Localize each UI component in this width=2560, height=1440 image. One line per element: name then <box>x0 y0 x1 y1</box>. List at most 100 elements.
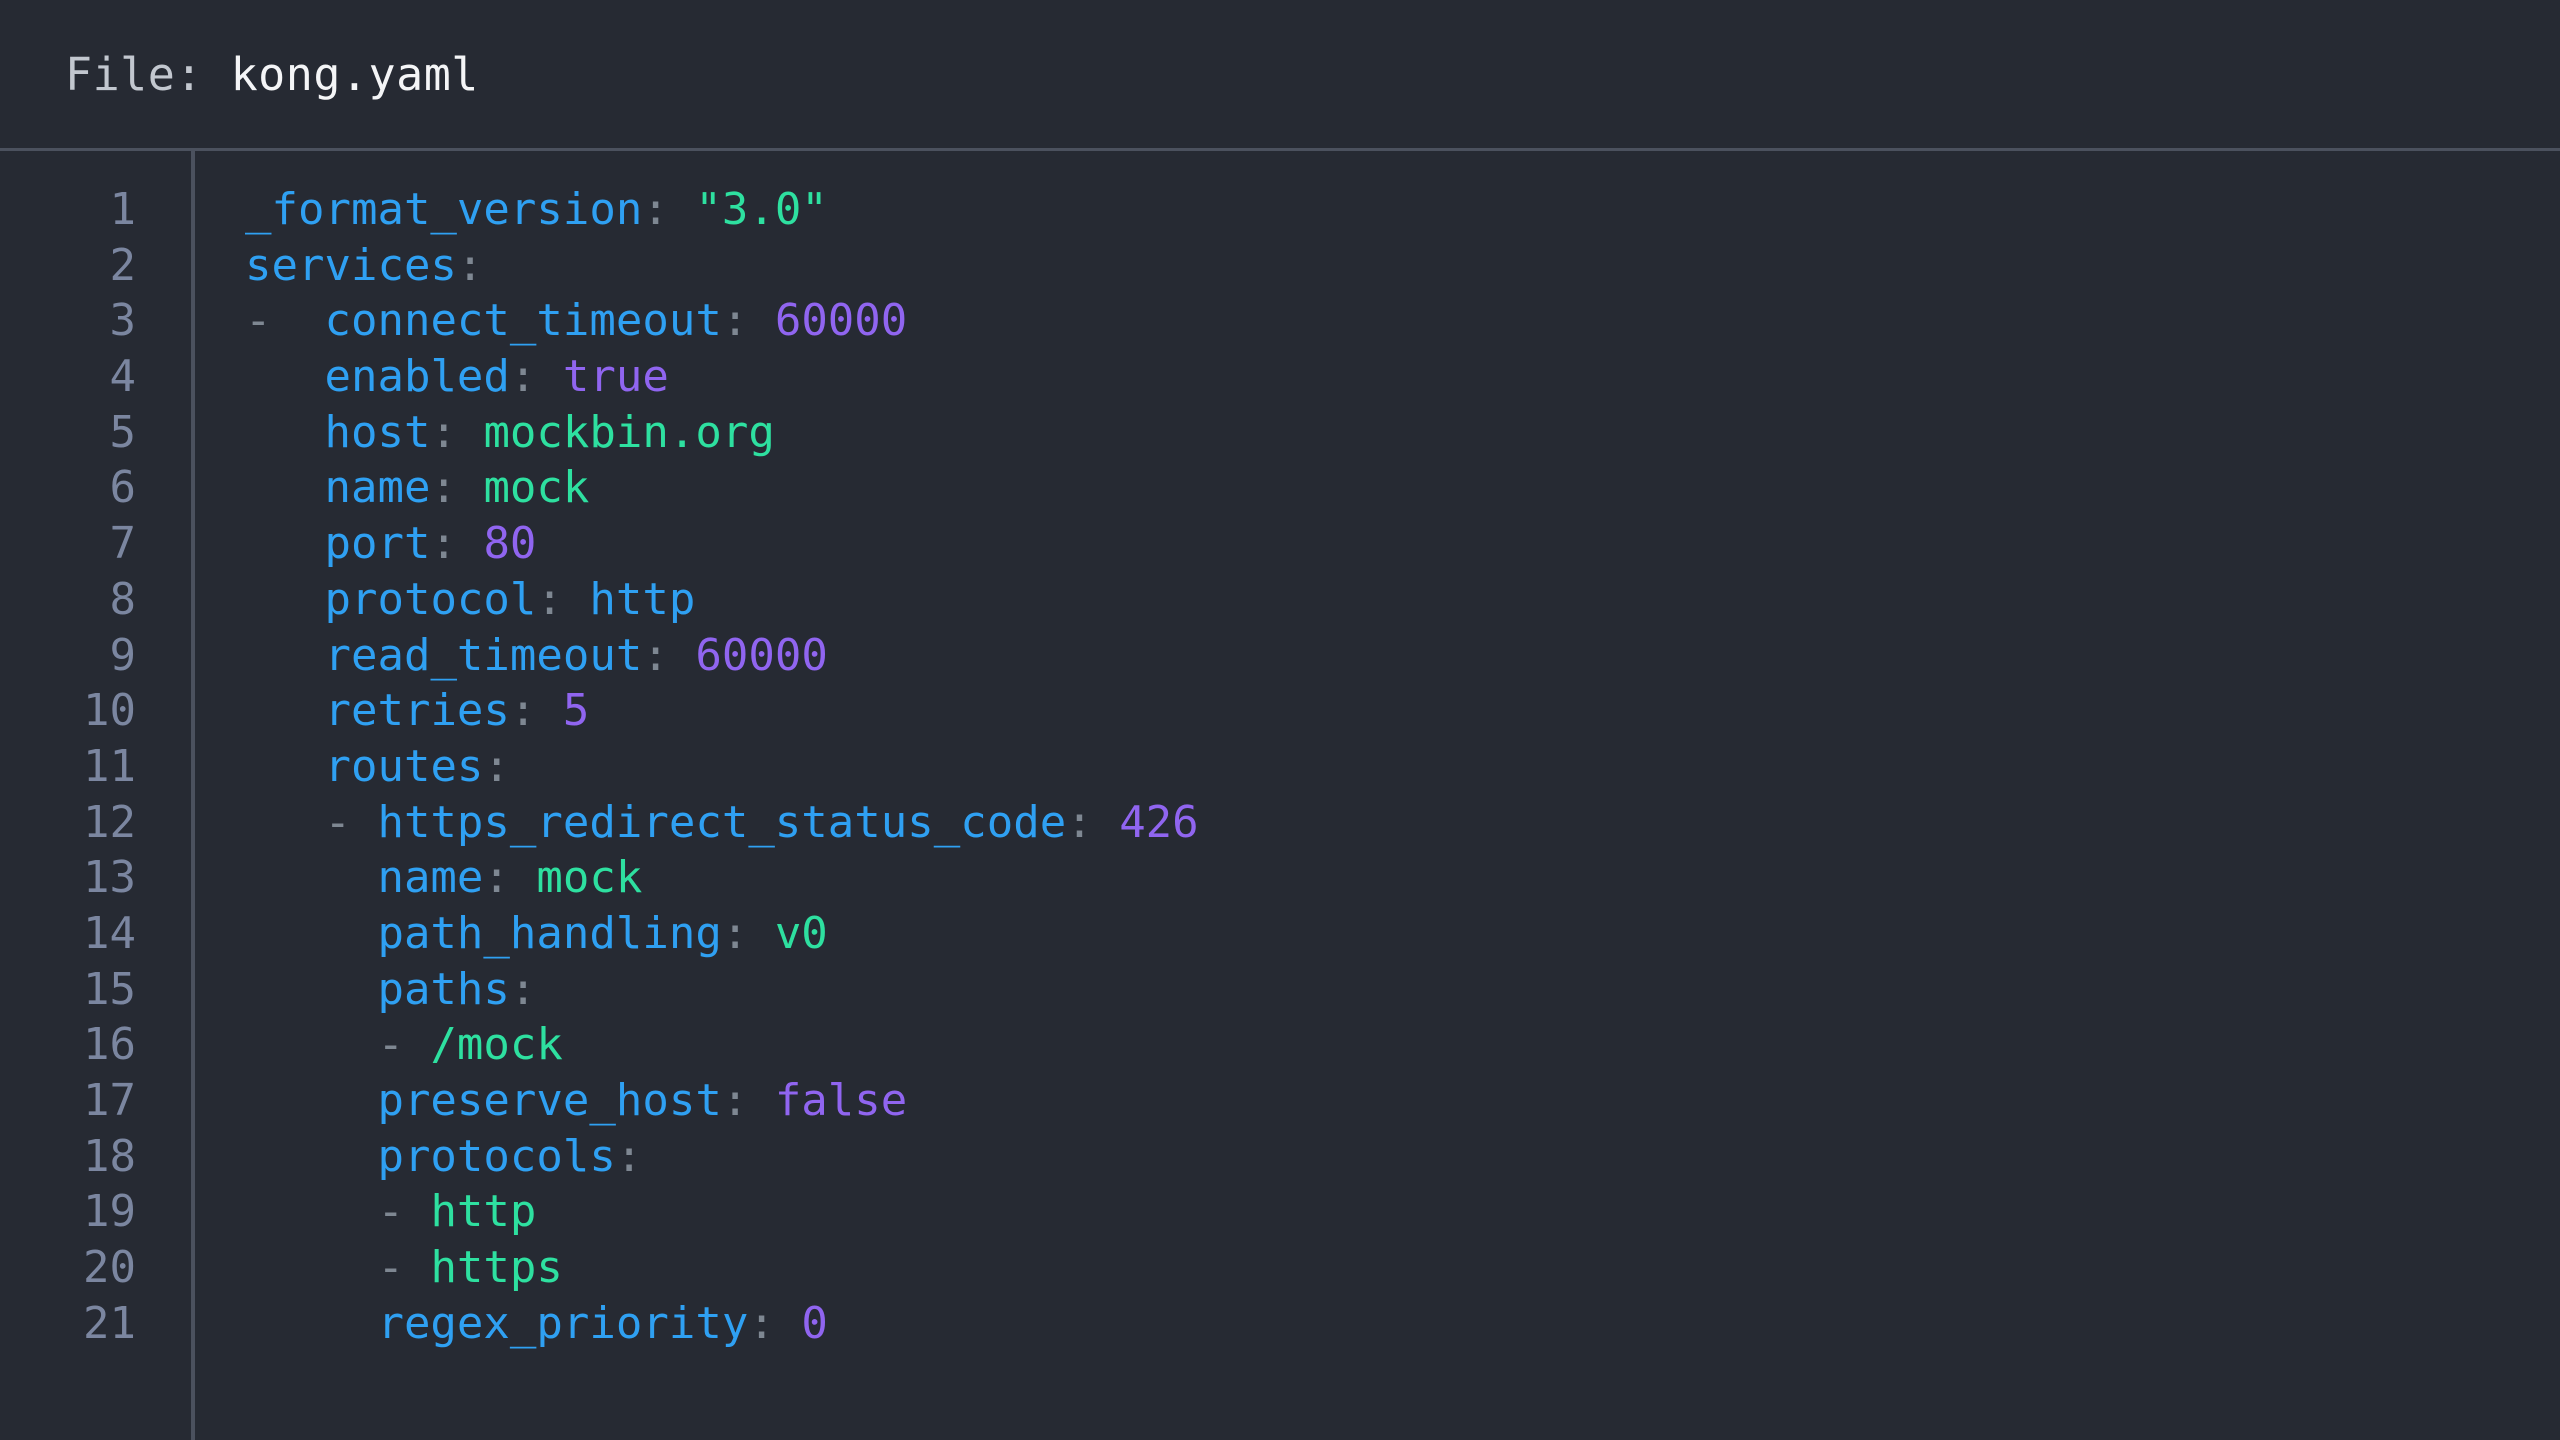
code-token: : <box>722 908 775 959</box>
code-token <box>245 685 324 736</box>
code-token: false <box>775 1075 907 1126</box>
code-token: - <box>245 1019 430 1070</box>
line-number: 8 <box>0 572 191 628</box>
line-number: 20 <box>0 1240 191 1296</box>
code-token: retries <box>324 685 509 736</box>
code-token: - <box>245 1242 430 1293</box>
code-token <box>245 574 324 625</box>
code-token: : <box>430 462 483 513</box>
code-line: services: <box>245 238 2560 294</box>
code-token <box>245 1298 377 1349</box>
code-token: mockbin.org <box>483 407 774 458</box>
code-token: http <box>430 1186 536 1237</box>
code-line: - /mock <box>245 1017 2560 1073</box>
code-token: 0 <box>801 1298 828 1349</box>
code-token: - <box>245 295 324 346</box>
line-number: 12 <box>0 795 191 851</box>
code-token <box>245 852 377 903</box>
code-token: true <box>563 351 669 402</box>
code-line: - https_redirect_status_code: 426 <box>245 795 2560 851</box>
code-token: 5 <box>563 685 590 736</box>
code-token: : <box>430 407 483 458</box>
code-token <box>245 407 324 458</box>
code-token: name <box>324 462 430 513</box>
line-number: 17 <box>0 1073 191 1129</box>
code-line: retries: 5 <box>245 683 2560 739</box>
code-token: "3.0" <box>695 184 827 235</box>
code-token: : <box>457 240 484 291</box>
code-line: preserve_host: false <box>245 1073 2560 1129</box>
code-token <box>245 630 324 681</box>
code-token: 60000 <box>775 295 907 346</box>
code-token: protocol <box>324 574 536 625</box>
code-token <box>245 351 324 402</box>
code-token: preserve_host <box>377 1075 721 1126</box>
code-token: path_handling <box>377 908 721 959</box>
code-token: : <box>722 1075 775 1126</box>
line-number: 21 <box>0 1296 191 1352</box>
code-line: host: mockbin.org <box>245 405 2560 461</box>
line-number: 14 <box>0 906 191 962</box>
code-token: : <box>510 685 563 736</box>
code-token: : <box>510 964 537 1015</box>
line-number: 7 <box>0 516 191 572</box>
code-token: enabled <box>324 351 509 402</box>
code-token: - <box>245 797 377 848</box>
line-number: 13 <box>0 850 191 906</box>
code-token: services <box>245 240 457 291</box>
line-number: 3 <box>0 293 191 349</box>
code-token: : <box>510 351 563 402</box>
code-token: _format_version <box>245 184 642 235</box>
code-token: : <box>1066 797 1119 848</box>
file-header: File: kong.yaml <box>0 0 2560 151</box>
code-token: : <box>722 295 775 346</box>
line-number-gutter: 123456789101112131415161718192021 <box>0 151 195 1440</box>
code-token: 80 <box>483 518 536 569</box>
code-token: 60000 <box>695 630 827 681</box>
line-number: 15 <box>0 962 191 1018</box>
line-number: 11 <box>0 739 191 795</box>
code-line: regex_priority: 0 <box>245 1296 2560 1352</box>
code-token: name <box>377 852 483 903</box>
line-number: 5 <box>0 405 191 461</box>
file-label: File: <box>65 48 231 101</box>
line-number: 19 <box>0 1184 191 1240</box>
code-viewer: File: kong.yaml 123456789101112131415161… <box>0 0 2560 1440</box>
code-line: read_timeout: 60000 <box>245 628 2560 684</box>
code-line: name: mock <box>245 460 2560 516</box>
code-token: : <box>642 630 695 681</box>
code-line: protocols: <box>245 1129 2560 1185</box>
code-line: port: 80 <box>245 516 2560 572</box>
code-token: http <box>589 574 695 625</box>
code-line: _format_version: "3.0" <box>245 182 2560 238</box>
line-number: 16 <box>0 1017 191 1073</box>
code-token: protocols <box>377 1131 615 1182</box>
line-number: 6 <box>0 460 191 516</box>
code-token: host <box>324 407 430 458</box>
code-line: paths: <box>245 962 2560 1018</box>
code-token: : <box>430 518 483 569</box>
code-token: mock <box>536 852 642 903</box>
code-token: mock <box>483 462 589 513</box>
code-token: https_redirect_status_code <box>377 797 1066 848</box>
code-token: : <box>748 1298 801 1349</box>
code-token <box>245 1075 377 1126</box>
line-number: 10 <box>0 683 191 739</box>
line-number: 9 <box>0 628 191 684</box>
code-token: port <box>324 518 430 569</box>
code-line: - connect_timeout: 60000 <box>245 293 2560 349</box>
code-token <box>245 964 377 1015</box>
line-number: 18 <box>0 1129 191 1185</box>
code-line: - http <box>245 1184 2560 1240</box>
code-line: protocol: http <box>245 572 2560 628</box>
code-line: - https <box>245 1240 2560 1296</box>
code-token <box>245 908 377 959</box>
code-token: /mock <box>430 1019 562 1070</box>
line-number: 4 <box>0 349 191 405</box>
code-token: : <box>483 741 510 792</box>
code-token: 426 <box>1119 797 1198 848</box>
editor-body[interactable]: 123456789101112131415161718192021 _forma… <box>0 151 2560 1440</box>
code-line: name: mock <box>245 850 2560 906</box>
code-line: path_handling: v0 <box>245 906 2560 962</box>
code-area: _format_version: "3.0"services:- connect… <box>195 151 2560 1440</box>
